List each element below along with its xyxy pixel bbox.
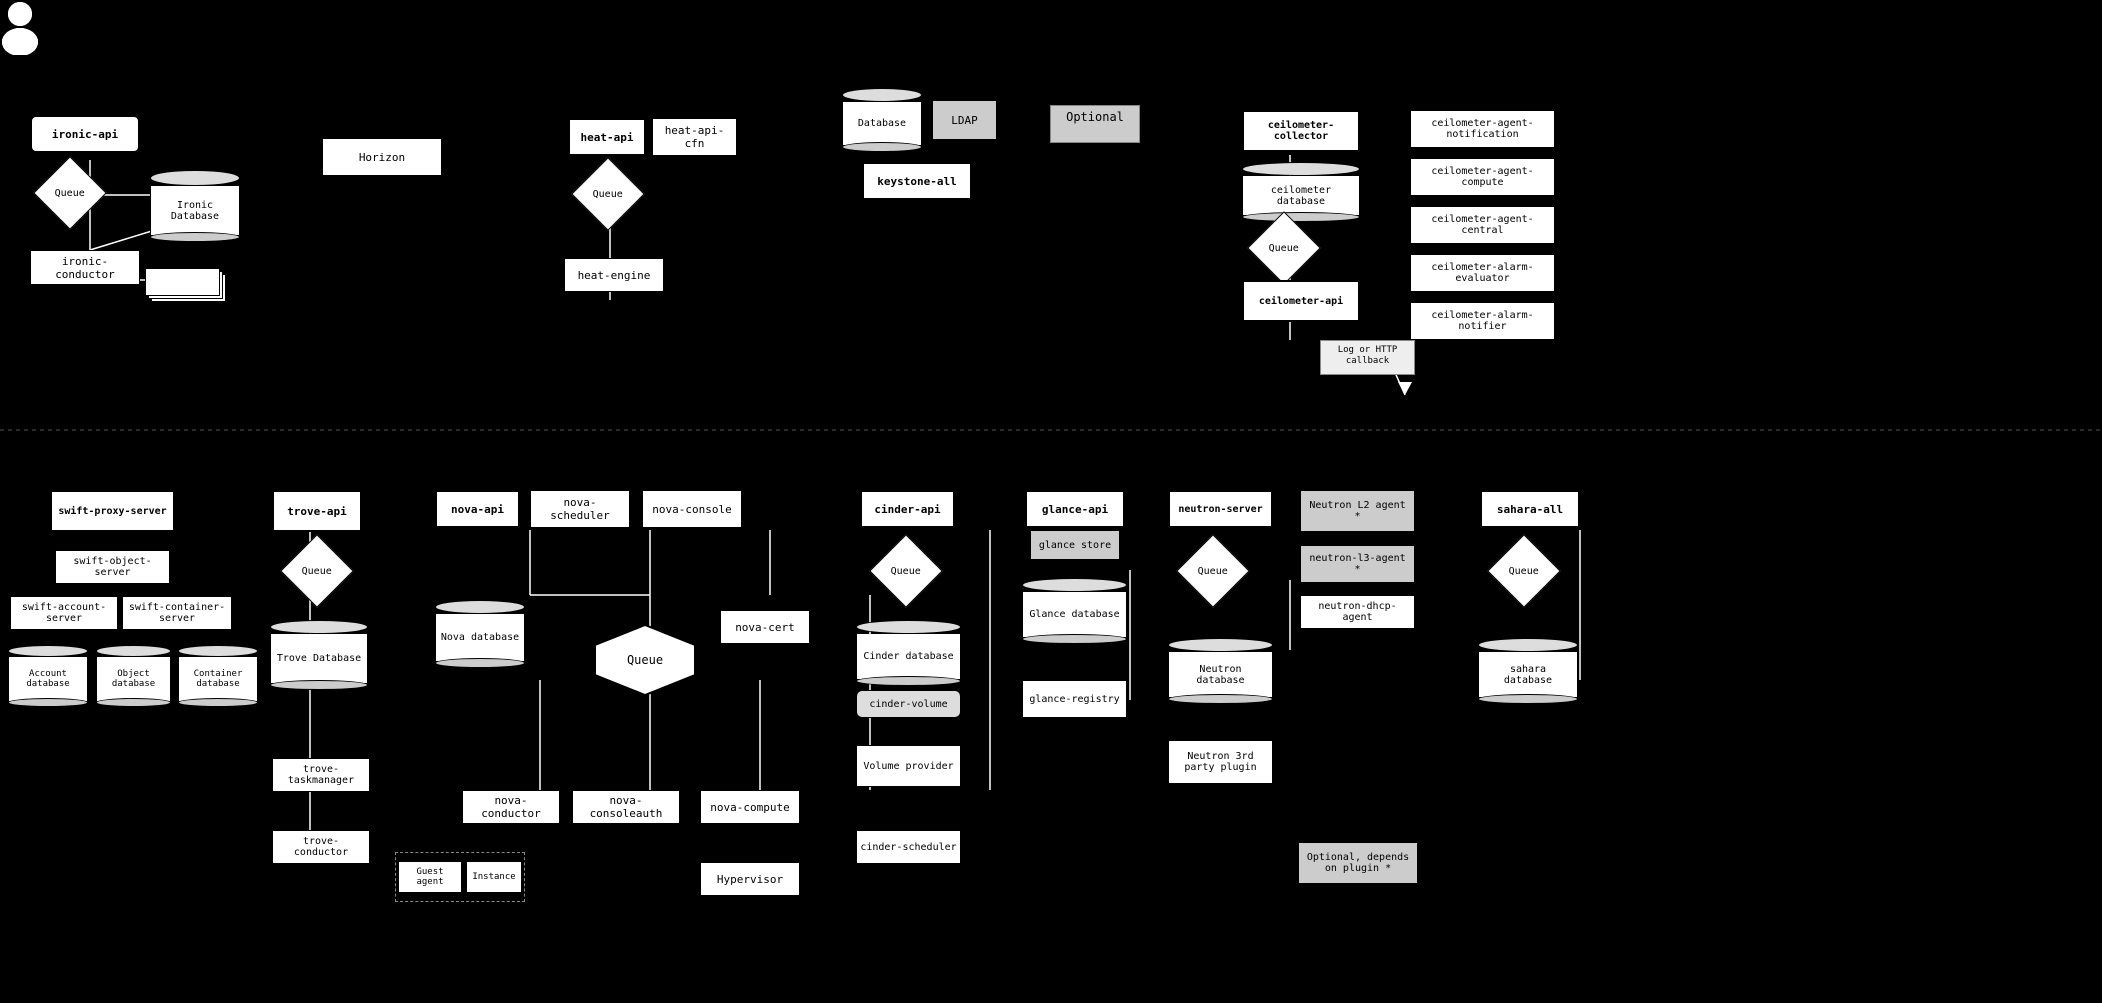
neutron-database-cylinder: Neutron database	[1168, 638, 1273, 704]
ironic-database-cylinder: Ironic Database	[150, 170, 240, 242]
cinder-queue-diamond: Queue	[869, 534, 943, 608]
ironic-queue-diamond: Queue	[33, 156, 107, 230]
swift-proxy-server-box: swift-proxy-server	[50, 490, 175, 532]
ceilometer-collector-box: ceilometer-collector	[1242, 110, 1360, 152]
neutron-queue-diamond: Queue	[1176, 534, 1250, 608]
ldap-box: LDAP	[932, 100, 997, 140]
nova-database-cylinder: Nova database	[435, 600, 525, 668]
svg-text:Queue: Queue	[627, 653, 663, 667]
nova-consoleauth-box: nova-consoleauth	[572, 790, 680, 824]
nova-api-box: nova-api	[435, 490, 520, 528]
log-callback-box: Log or HTTP callback	[1320, 340, 1415, 375]
swift-object-server-box: swift-object-server	[55, 550, 170, 584]
neutron-l2-agent-box: Neutron L2 agent *	[1300, 490, 1415, 532]
neutron-server-box: neutron-server	[1168, 490, 1273, 528]
user-icon-3	[0, 0, 40, 58]
horizon-box: Horizon	[322, 138, 442, 176]
container-database-cylinder: Container database	[178, 645, 258, 707]
trove-database-cylinder: Trove Database	[270, 620, 368, 690]
sahara-database-cylinder: sahara database	[1478, 638, 1578, 704]
neutron-dhcp-agent-box: neutron-dhcp-agent	[1300, 595, 1415, 629]
cinder-scheduler-box: cinder-scheduler	[856, 830, 961, 864]
sahara-all-box: sahara-all	[1480, 490, 1580, 528]
ceilometer-alarm-notifier-box: ceilometer-alarm-notifier	[1410, 302, 1555, 340]
volume-provider-box: Volume provider	[856, 745, 961, 787]
nova-queue-hexagon: Queue	[590, 620, 700, 703]
glance-registry-box: glance-registry	[1022, 680, 1127, 718]
swift-account-server-box: swift-account-server	[10, 596, 118, 630]
heat-engine-box: heat-engine	[564, 258, 664, 292]
glance-database-cylinder: Glance database	[1022, 578, 1127, 644]
heat-queue-diamond: Queue	[571, 157, 645, 231]
ceilometer-alarm-evaluator-box: ceilometer-alarm-evaluator	[1410, 254, 1555, 292]
ceilometer-database-cylinder: ceilometer database	[1242, 162, 1360, 222]
nova-scheduler-box: nova-scheduler	[530, 490, 630, 528]
heat-api-cfn-box: heat-api-cfn	[652, 118, 737, 156]
neutron-optional-box: Optional, depends on plugin *	[1298, 842, 1418, 884]
keystone-database-cylinder: Database	[842, 88, 922, 152]
glance-store-box: glance store	[1030, 530, 1120, 560]
nova-console-box: nova-console	[642, 490, 742, 528]
optional-box: Optional	[1050, 105, 1140, 143]
account-database-cylinder: Account database	[8, 645, 88, 707]
ceilometer-api-box: ceilometer-api	[1242, 280, 1360, 322]
trove-api-box: trove-api	[272, 490, 362, 532]
ceilometer-queue-diamond: Queue	[1247, 211, 1321, 285]
ceilometer-agent-compute-box: ceilometer-agent-compute	[1410, 158, 1555, 196]
nova-compute-box: nova-compute	[700, 790, 800, 824]
keystone-all-box: keystone-all	[862, 162, 972, 200]
hypervisor-box: Hypervisor	[700, 862, 800, 896]
swift-container-server-box: swift-container-server	[122, 596, 232, 630]
neutron-3rd-party-box: Neutron 3rd party plugin	[1168, 740, 1273, 784]
cinder-database-cylinder: Cinder database	[856, 620, 961, 686]
ceilometer-agent-notification-box: ceilometer-agent-notification	[1410, 110, 1555, 148]
trove-conductor-box: trove-conductor	[272, 830, 370, 864]
ceilometer-agent-central-box: ceilometer-agent-central	[1410, 206, 1555, 244]
guest-instance-container: Guest agent Instance	[395, 852, 525, 902]
glance-api-box: glance-api	[1025, 490, 1125, 528]
nova-cert-box: nova-cert	[720, 610, 810, 644]
trove-queue-diamond: Queue	[280, 534, 354, 608]
sahara-queue-diamond: Queue	[1487, 534, 1561, 608]
cinder-volume-box: cinder-volume	[856, 690, 961, 718]
neutron-l3-agent-box: neutron-l3-agent *	[1300, 545, 1415, 583]
ironic-conductor-box: ironic-conductor	[30, 250, 140, 285]
heat-api-box: heat-api	[568, 118, 646, 156]
instance-box: Instance	[466, 861, 522, 893]
ironic-api-box: ironic-api	[30, 115, 140, 153]
guest-agent-box: Guest agent	[398, 861, 462, 893]
cinder-api-box: cinder-api	[860, 490, 955, 528]
object-database-cylinder: Object database	[96, 645, 171, 707]
trove-taskmanager-box: trove-taskmanager	[272, 758, 370, 792]
architecture-diagram: ironic-api Queue Ironic Database ironic-…	[0, 0, 2102, 1003]
nova-conductor-box: nova-conductor	[462, 790, 560, 824]
